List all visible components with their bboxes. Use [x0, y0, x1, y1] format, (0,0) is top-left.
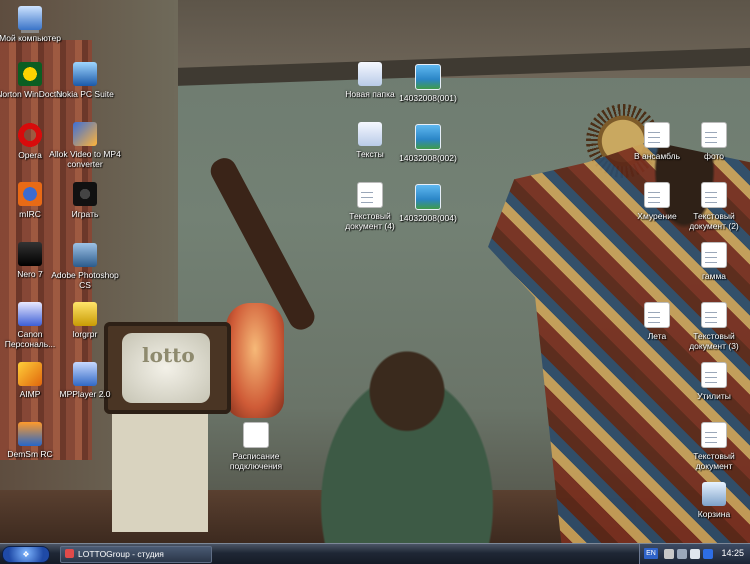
clock[interactable]: 14:25: [721, 548, 744, 558]
volume-icon[interactable]: [690, 549, 700, 559]
icon-label: Allok Video to MP4 converter: [49, 149, 121, 169]
wallpaper-lamp: [226, 303, 284, 418]
aimp-icon: [18, 362, 42, 386]
document-icon: [701, 182, 727, 208]
start-button[interactable]: ❖: [2, 546, 50, 563]
video-converter-icon: [73, 122, 97, 146]
image-icon: [415, 124, 441, 150]
document-icon: [644, 302, 670, 328]
icon-label: MPPlayer 2.0: [59, 389, 111, 399]
tv-text: lotto: [142, 343, 195, 367]
desktop-icon-photoshop[interactable]: Adobe Photoshop CS: [47, 243, 123, 290]
desktop-icon-demsm[interactable]: DemSm RC: [0, 422, 68, 459]
icon-label: Текстовый документ (3): [689, 331, 739, 351]
taskbar-task-button[interactable]: LOTTOGroup - студия: [60, 546, 212, 563]
icon-label: Мой компьютер: [0, 33, 61, 43]
folder-icon: [358, 122, 382, 146]
desktop-icon-photo-004[interactable]: 14032008(004): [390, 184, 466, 223]
icon-label: 14032008(004): [399, 213, 457, 223]
photoshop-icon: [73, 243, 97, 267]
language-indicator[interactable]: EN: [644, 548, 658, 559]
desktop-icon-utilities[interactable]: Утилиты: [676, 362, 750, 401]
desktop-icon-my-computer[interactable]: Мой компьютер: [0, 6, 68, 43]
desktop-icon-photo-002[interactable]: 14032008(002): [390, 124, 466, 163]
scanner-icon: [18, 302, 42, 326]
document-icon: [357, 182, 383, 208]
icon-label: Nokia PC Suite: [56, 89, 114, 99]
nokia-icon: [73, 62, 97, 86]
taskbar: ❖ LOTTOGroup - студия EN 14:25: [0, 543, 750, 564]
desktop-icon-video-converter[interactable]: Allok Video to MP4 converter: [47, 122, 123, 169]
app-icon: [18, 422, 42, 446]
document-icon: [701, 302, 727, 328]
icon-label: lorgrpr: [72, 329, 98, 339]
image-icon: [415, 64, 441, 90]
desktop-icon-text-doc-3[interactable]: Текстовый документ (3): [676, 302, 750, 351]
desktop-icon-text-doc[interactable]: Текстовый документ: [676, 422, 750, 471]
windows-logo-icon: ❖: [22, 550, 30, 559]
icon-label: Утилиты: [697, 391, 731, 401]
folder-icon: [358, 62, 382, 86]
document-icon: [701, 122, 727, 148]
icon-label: Играть: [71, 209, 99, 219]
mirc-icon: [18, 182, 42, 206]
computer-icon: [18, 6, 42, 30]
desktop-icon-lorgrpr[interactable]: lorgrpr: [47, 302, 123, 339]
game-icon: [73, 182, 97, 206]
document-icon: [701, 242, 727, 268]
app-icon: [65, 549, 74, 558]
icon-label: Текстовый документ: [693, 451, 735, 471]
desktop-icon-photo-doc[interactable]: фото: [676, 122, 750, 161]
document-icon: [644, 182, 670, 208]
icon-label: 14032008(001): [399, 93, 457, 103]
icon-label: Adobe Photoshop CS: [51, 270, 119, 290]
opera-icon: [18, 123, 42, 147]
shortcut-icon: [243, 422, 269, 448]
desktop-icon-game[interactable]: Играть: [47, 182, 123, 219]
key-icon: [73, 302, 97, 326]
icon-label: гамма: [701, 271, 727, 281]
desktop-icon-gamma[interactable]: гамма: [676, 242, 750, 281]
document-icon: [644, 122, 670, 148]
icon-label: Корзина: [697, 509, 731, 519]
image-icon: [415, 184, 441, 210]
chevron-left-icon[interactable]: [664, 549, 674, 559]
desktop-icon-photo-001[interactable]: 14032008(001): [390, 64, 466, 103]
desktop-icon-mpplayer[interactable]: MPPlayer 2.0: [47, 362, 123, 399]
network-icon[interactable]: [677, 549, 687, 559]
document-icon: [701, 362, 727, 388]
system-tray: EN 14:25: [639, 544, 750, 564]
desktop-icon-text-doc-2[interactable]: Текстовый документ (2): [676, 182, 750, 231]
icon-label: фото: [703, 151, 725, 161]
desktop-icon-nokia[interactable]: Nokia PC Suite: [47, 62, 123, 99]
icon-label: DemSm RC: [7, 449, 53, 459]
document-icon: [701, 422, 727, 448]
media-play-icon[interactable]: [703, 549, 713, 559]
icon-label: Расписание подключения: [229, 451, 283, 471]
icon-label: Текстовый документ (2): [689, 211, 739, 231]
icon-label: 14032008(002): [399, 153, 457, 163]
desktop-icon-recycle-bin[interactable]: Корзина: [676, 482, 750, 519]
norton-icon: [18, 62, 42, 86]
task-label: LOTTOGroup - студия: [78, 549, 164, 559]
recycle-bin-icon: [702, 482, 726, 506]
media-player-icon: [73, 362, 97, 386]
wallpaper-cabinet: [112, 414, 208, 532]
wallpaper-tv-screen: lotto: [122, 333, 210, 403]
wallpaper-person-left: [290, 290, 550, 543]
nero-icon: [18, 242, 42, 266]
desktop-icon-schedule[interactable]: Расписание подключения: [218, 422, 294, 471]
